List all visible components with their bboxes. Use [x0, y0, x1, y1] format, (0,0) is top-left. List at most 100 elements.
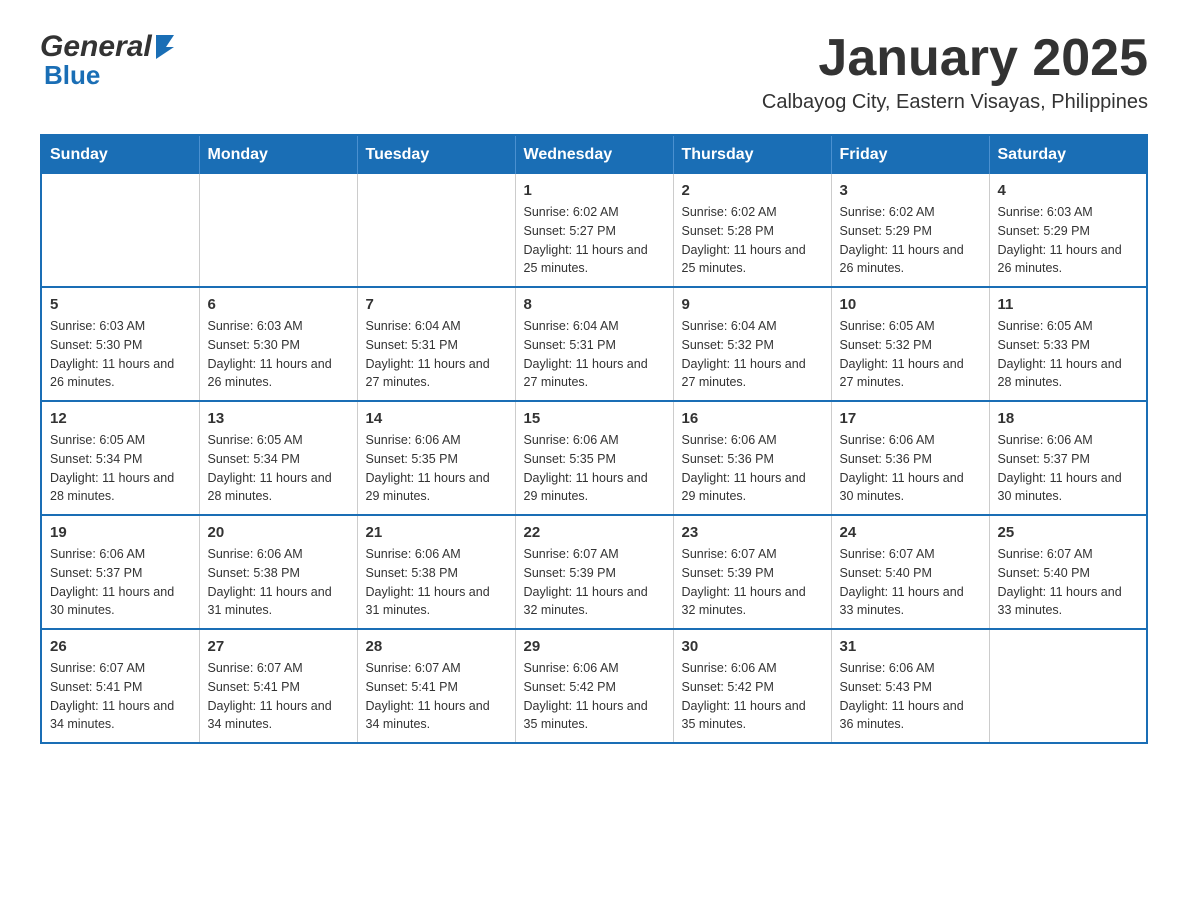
- day-of-week-header: Thursday: [673, 135, 831, 174]
- calendar-cell: 20 Sunrise: 6:06 AMSunset: 5:38 PMDayligh…: [199, 515, 357, 629]
- calendar-cell: 18 Sunrise: 6:06 AMSunset: 5:37 PMDayligh…: [989, 401, 1147, 515]
- logo: General Blue: [40, 30, 176, 91]
- page-header: General Blue January 2025 Calbayog City,…: [40, 30, 1148, 114]
- day-info: Sunrise: 6:03 AMSunset: 5:29 PMDaylight:…: [998, 203, 1139, 278]
- calendar-cell: 8 Sunrise: 6:04 AMSunset: 5:31 PMDaylight…: [515, 287, 673, 401]
- day-of-week-header: Monday: [199, 135, 357, 174]
- logo-flag-icon: [154, 31, 176, 59]
- day-number: 10: [840, 296, 981, 313]
- calendar-cell: 26 Sunrise: 6:07 AMSunset: 5:41 PMDayligh…: [41, 629, 199, 743]
- calendar-cell: 5Sunrise: 6:03 AMSunset: 5:30 PMDaylight…: [41, 287, 199, 401]
- day-info: Sunrise: 6:06 AMSunset: 5:38 PMDaylight:…: [208, 545, 349, 620]
- day-info: Sunrise: 6:07 AMSunset: 5:41 PMDaylight:…: [208, 659, 349, 734]
- day-info: Sunrise: 6:07 AMSunset: 5:41 PMDaylight:…: [366, 659, 507, 734]
- day-info: Sunrise: 6:02 AMSunset: 5:29 PMDaylight:…: [840, 203, 981, 278]
- day-info: Sunrise: 6:04 AMSunset: 5:31 PMDaylight:…: [524, 317, 665, 392]
- calendar-cell: 10 Sunrise: 6:05 AMSunset: 5:32 PMDayligh…: [831, 287, 989, 401]
- day-of-week-header: Sunday: [41, 135, 199, 174]
- calendar-cell: 4 Sunrise: 6:03 AMSunset: 5:29 PMDaylight…: [989, 174, 1147, 287]
- calendar-cell: 29 Sunrise: 6:06 AMSunset: 5:42 PMDayligh…: [515, 629, 673, 743]
- location-subtitle: Calbayog City, Eastern Visayas, Philippi…: [762, 91, 1148, 114]
- calendar-cell: 6 Sunrise: 6:03 AMSunset: 5:30 PMDaylight…: [199, 287, 357, 401]
- day-number: 30: [682, 638, 823, 655]
- day-number: 21: [366, 524, 507, 541]
- day-info: Sunrise: 6:07 AMSunset: 5:40 PMDaylight:…: [998, 545, 1139, 620]
- day-info: Sunrise: 6:06 AMSunset: 5:35 PMDaylight:…: [366, 431, 507, 506]
- day-number: 12: [50, 410, 191, 427]
- day-number: 22: [524, 524, 665, 541]
- day-number: 3: [840, 182, 981, 199]
- day-number: 13: [208, 410, 349, 427]
- day-number: 4: [998, 182, 1139, 199]
- calendar-cell: 19 Sunrise: 6:06 AMSunset: 5:37 PMDayligh…: [41, 515, 199, 629]
- day-of-week-header: Tuesday: [357, 135, 515, 174]
- calendar-cell: 30 Sunrise: 6:06 AMSunset: 5:42 PMDayligh…: [673, 629, 831, 743]
- calendar-cell: 16Sunrise: 6:06 AMSunset: 5:36 PMDayligh…: [673, 401, 831, 515]
- day-number: 9: [682, 296, 823, 313]
- calendar-cell: 22 Sunrise: 6:07 AMSunset: 5:39 PMDayligh…: [515, 515, 673, 629]
- day-number: 31: [840, 638, 981, 655]
- day-info: Sunrise: 6:07 AMSunset: 5:41 PMDaylight:…: [50, 659, 191, 734]
- calendar-week-row: 19 Sunrise: 6:06 AMSunset: 5:37 PMDayligh…: [41, 515, 1147, 629]
- logo-blue: Blue: [44, 60, 100, 90]
- day-number: 7: [366, 296, 507, 313]
- day-info: Sunrise: 6:06 AMSunset: 5:37 PMDaylight:…: [998, 431, 1139, 506]
- title-area: January 2025 Calbayog City, Eastern Visa…: [762, 30, 1148, 114]
- day-info: Sunrise: 6:07 AMSunset: 5:39 PMDaylight:…: [682, 545, 823, 620]
- logo-general: General: [40, 30, 152, 64]
- calendar-cell: 24Sunrise: 6:07 AMSunset: 5:40 PMDayligh…: [831, 515, 989, 629]
- day-info: Sunrise: 6:07 AMSunset: 5:40 PMDaylight:…: [840, 545, 981, 620]
- day-number: 6: [208, 296, 349, 313]
- day-number: 11: [998, 296, 1139, 313]
- day-number: 19: [50, 524, 191, 541]
- day-number: 5: [50, 296, 191, 313]
- calendar-cell: 13Sunrise: 6:05 AMSunset: 5:34 PMDayligh…: [199, 401, 357, 515]
- day-info: Sunrise: 6:06 AMSunset: 5:43 PMDaylight:…: [840, 659, 981, 734]
- day-number: 26: [50, 638, 191, 655]
- day-of-week-header: Friday: [831, 135, 989, 174]
- day-info: Sunrise: 6:05 AMSunset: 5:32 PMDaylight:…: [840, 317, 981, 392]
- calendar-week-row: 5 Sunrise: 6:03 AMSunset: 5:30 PMDaylight…: [41, 287, 1147, 401]
- day-info: Sunrise: 6:07 AMSunset: 5:39 PMDaylight:…: [524, 545, 665, 620]
- calendar-week-row: 1Sunrise: 6:02 AMSunset: 5:27 PMDaylight…: [41, 174, 1147, 287]
- day-number: 8: [524, 296, 665, 313]
- day-info: Sunrise: 6:04 AMSunset: 5:31 PMDaylight:…: [366, 317, 507, 392]
- day-number: 29: [524, 638, 665, 655]
- calendar-cell: [989, 629, 1147, 743]
- calendar-cell: [199, 174, 357, 287]
- calendar-table: SundayMondayTuesdayWednesdayThursdayFrid…: [40, 134, 1148, 744]
- day-info: Sunrise: 6:06 AMSunset: 5:42 PMDaylight:…: [524, 659, 665, 734]
- day-info: Sunrise: 6:06 AMSunset: 5:42 PMDaylight:…: [682, 659, 823, 734]
- calendar-cell: 15 Sunrise: 6:06 AMSunset: 5:35 PMDayligh…: [515, 401, 673, 515]
- day-info: Sunrise: 6:06 AMSunset: 5:36 PMDaylight:…: [682, 431, 823, 506]
- calendar-cell: 11 Sunrise: 6:05 AMSunset: 5:33 PMDayligh…: [989, 287, 1147, 401]
- calendar-cell: 2Sunrise: 6:02 AMSunset: 5:28 PMDaylight…: [673, 174, 831, 287]
- calendar-cell: 28 Sunrise: 6:07 AMSunset: 5:41 PMDayligh…: [357, 629, 515, 743]
- day-number: 28: [366, 638, 507, 655]
- day-info: Sunrise: 6:06 AMSunset: 5:37 PMDaylight:…: [50, 545, 191, 620]
- month-year-title: January 2025: [762, 30, 1148, 87]
- calendar-cell: 7 Sunrise: 6:04 AMSunset: 5:31 PMDaylight…: [357, 287, 515, 401]
- calendar-cell: 25Sunrise: 6:07 AMSunset: 5:40 PMDayligh…: [989, 515, 1147, 629]
- day-info: Sunrise: 6:06 AMSunset: 5:38 PMDaylight:…: [366, 545, 507, 620]
- day-number: 20: [208, 524, 349, 541]
- calendar-cell: [357, 174, 515, 287]
- day-info: Sunrise: 6:02 AMSunset: 5:28 PMDaylight:…: [682, 203, 823, 278]
- calendar-cell: 9 Sunrise: 6:04 AMSunset: 5:32 PMDaylight…: [673, 287, 831, 401]
- calendar-week-row: 12Sunrise: 6:05 AMSunset: 5:34 PMDayligh…: [41, 401, 1147, 515]
- calendar-cell: 17Sunrise: 6:06 AMSunset: 5:36 PMDayligh…: [831, 401, 989, 515]
- day-number: 1: [524, 182, 665, 199]
- calendar-cell: 1Sunrise: 6:02 AMSunset: 5:27 PMDaylight…: [515, 174, 673, 287]
- calendar-week-row: 26 Sunrise: 6:07 AMSunset: 5:41 PMDayligh…: [41, 629, 1147, 743]
- day-of-week-header: Wednesday: [515, 135, 673, 174]
- day-info: Sunrise: 6:05 AMSunset: 5:33 PMDaylight:…: [998, 317, 1139, 392]
- day-number: 14: [366, 410, 507, 427]
- day-number: 18: [998, 410, 1139, 427]
- day-number: 15: [524, 410, 665, 427]
- day-number: 23: [682, 524, 823, 541]
- day-info: Sunrise: 6:06 AMSunset: 5:35 PMDaylight:…: [524, 431, 665, 506]
- calendar-cell: 3 Sunrise: 6:02 AMSunset: 5:29 PMDaylight…: [831, 174, 989, 287]
- day-info: Sunrise: 6:06 AMSunset: 5:36 PMDaylight:…: [840, 431, 981, 506]
- day-info: Sunrise: 6:04 AMSunset: 5:32 PMDaylight:…: [682, 317, 823, 392]
- day-info: Sunrise: 6:03 AMSunset: 5:30 PMDaylight:…: [208, 317, 349, 392]
